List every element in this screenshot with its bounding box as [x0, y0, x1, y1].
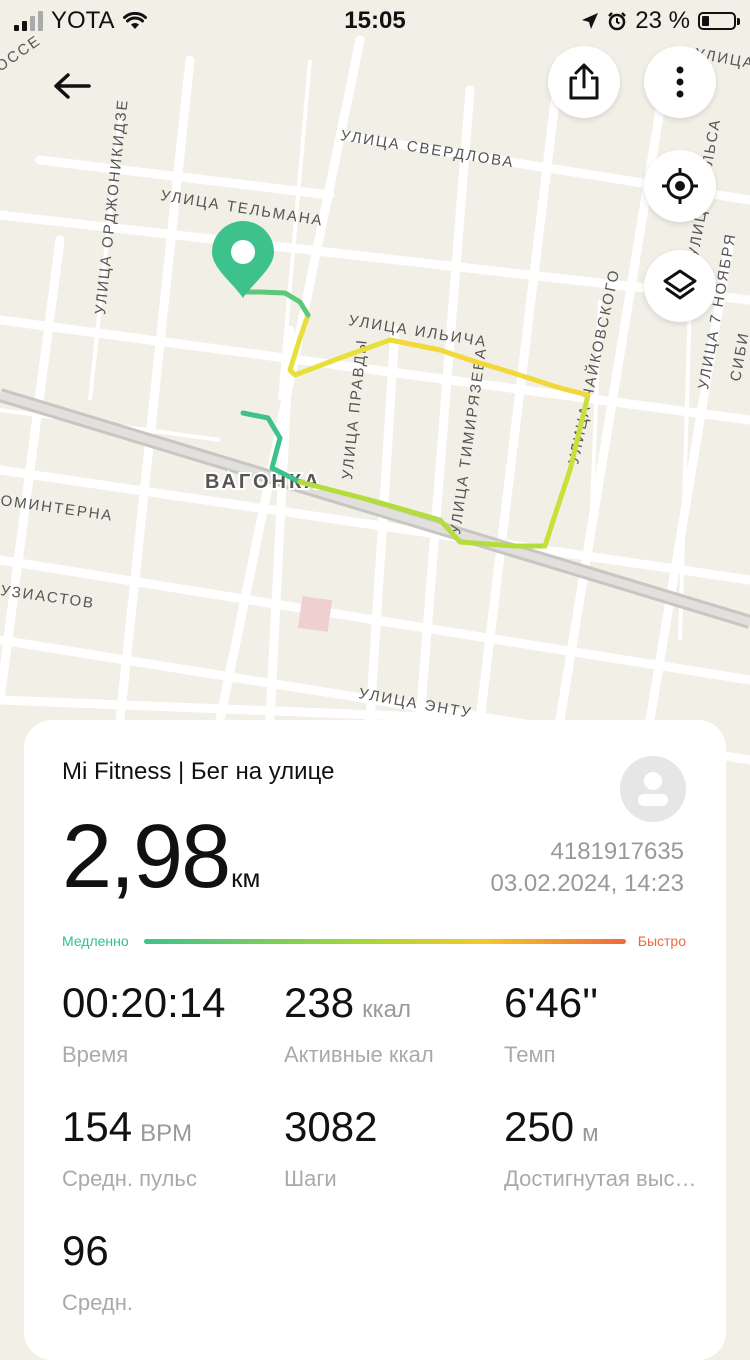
stat-value: 00:20:14 [62, 979, 226, 1026]
pace-slow-label: Медленно [62, 933, 129, 949]
battery-icon [698, 12, 740, 30]
more-button[interactable] [644, 46, 716, 118]
stat-value: 238 [284, 979, 355, 1026]
status-bar: YOTA 15:05 23 % [0, 0, 750, 40]
stat-value: 96 [62, 1227, 109, 1274]
stat-label: Шаги [284, 1166, 337, 1191]
workout-source: Mi Fitness | Бег на улице [62, 758, 335, 785]
stat-unit: м [582, 1120, 599, 1147]
locate-button[interactable] [644, 150, 716, 222]
target-icon [662, 168, 698, 204]
stat-pace: 6'46'' Темп [504, 982, 722, 1068]
stat-label: Достигнутая выс… [504, 1166, 697, 1191]
layers-button[interactable] [644, 250, 716, 322]
workout-id: 4181917635 [550, 838, 684, 865]
stat-active-calories: 238 ккал Активные ккал [284, 982, 494, 1068]
stat-unit: BPM [140, 1120, 193, 1147]
battery-percent: 23 % [635, 7, 690, 34]
pace-fast-label: Быстро [637, 933, 686, 949]
workout-datetime: 03.02.2024, 14:23 [490, 870, 684, 897]
stat-label: Активные ккал [284, 1042, 434, 1067]
stat-value: 154 [62, 1103, 133, 1150]
user-icon [638, 772, 668, 806]
distance: 2,98 км [62, 812, 260, 902]
stat-label: Темп [504, 1042, 556, 1067]
avatar[interactable] [620, 756, 686, 822]
share-icon [569, 63, 599, 100]
pace-scale: Медленно Быстро [62, 932, 686, 952]
more-vertical-icon [676, 66, 684, 98]
stat-duration: 00:20:14 Время [62, 982, 272, 1068]
stat-average: 96 Средн. [62, 1230, 272, 1316]
share-button[interactable] [548, 46, 620, 118]
stat-label: Средн. [62, 1290, 133, 1315]
alarm-icon [608, 12, 627, 31]
distance-value: 2,98 [62, 807, 231, 907]
stat-label: Время [62, 1042, 129, 1067]
pace-gradient-bar [144, 939, 626, 944]
stat-value: 3082 [284, 1103, 378, 1150]
layers-icon [663, 269, 697, 300]
stat-unit: ккал [362, 996, 411, 1023]
stat-heart-rate: 154 BPM Средн. пульс [62, 1106, 272, 1192]
stat-value: 6'46'' [504, 979, 599, 1026]
stat-label: Средн. пульс [62, 1166, 197, 1191]
stat-steps: 3082 Шаги [284, 1106, 494, 1192]
stat-elevation: 250 м Достигнутая выс… [504, 1106, 722, 1192]
back-arrow-icon [54, 73, 91, 99]
workout-summary-card: Mi Fitness | Бег на улице 2,98 км 418191… [24, 720, 726, 1360]
stat-value: 250 [504, 1103, 575, 1150]
workout-meta: 4181917635 03.02.2024, 14:23 [490, 836, 684, 900]
distance-unit: км [231, 863, 261, 893]
back-button[interactable] [48, 62, 96, 110]
location-arrow-icon [582, 13, 599, 29]
